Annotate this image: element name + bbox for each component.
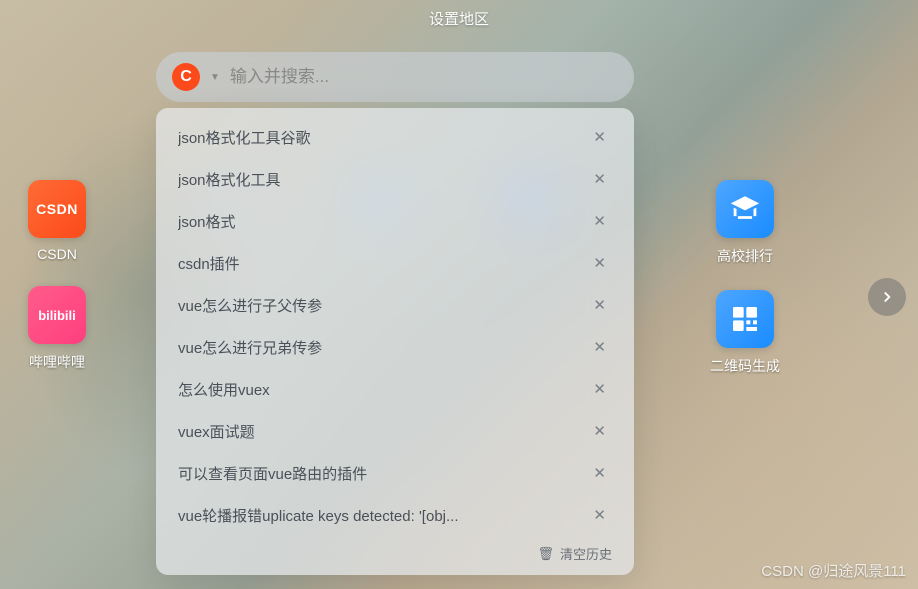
trash-icon: 🗑 [537, 546, 554, 562]
shortcut-qr-gen[interactable]: 二维码生成 [710, 290, 780, 376]
suggestion-text: vue怎么进行兄弟传参 [178, 337, 322, 358]
shortcuts-left-column: CSDN CSDN bilibili 哔哩哔哩 [28, 180, 86, 372]
watermark: CSDN @归途风景111 [761, 560, 906, 581]
close-icon[interactable]: ✕ [587, 504, 612, 526]
suggestion-item[interactable]: vuex面试题 ✕ [156, 410, 634, 452]
shortcut-bilibili[interactable]: bilibili 哔哩哔哩 [28, 286, 86, 372]
search-bar: C ▼ [156, 52, 634, 102]
close-icon[interactable]: ✕ [587, 336, 612, 358]
school-icon [716, 180, 774, 238]
suggestion-item[interactable]: json格式 ✕ [156, 200, 634, 242]
clear-history-label: 清空历史 [560, 544, 612, 563]
clear-history-button[interactable]: 🗑 清空历史 [156, 536, 634, 567]
suggestion-item[interactable]: vue轮播报错uplicate keys detected: '[obj... … [156, 494, 634, 536]
close-icon[interactable]: ✕ [587, 462, 612, 484]
suggestion-text: vue轮播报错uplicate keys detected: '[obj... [178, 505, 459, 526]
suggestion-item[interactable]: 可以查看页面vue路由的插件 ✕ [156, 452, 634, 494]
shortcut-label: 高校排行 [717, 246, 773, 266]
close-icon[interactable]: ✕ [587, 126, 612, 148]
suggestion-text: 怎么使用vuex [178, 379, 270, 400]
suggestion-item[interactable]: csdn插件 ✕ [156, 242, 634, 284]
nav-right-button[interactable] [868, 278, 906, 316]
suggestion-item[interactable]: json格式化工具 ✕ [156, 158, 634, 200]
shortcuts-right-column: 高校排行 二维码生成 [710, 180, 780, 376]
close-icon[interactable]: ✕ [587, 420, 612, 442]
close-icon[interactable]: ✕ [587, 168, 612, 190]
close-icon[interactable]: ✕ [587, 378, 612, 400]
chevron-right-icon [878, 288, 896, 306]
suggestions-panel: json格式化工具谷歌 ✕ json格式化工具 ✕ json格式 ✕ csdn插… [156, 108, 634, 575]
shortcut-label: 哔哩哔哩 [29, 352, 85, 372]
suggestion-text: csdn插件 [178, 253, 240, 274]
close-icon[interactable]: ✕ [587, 252, 612, 274]
suggestion-item[interactable]: 怎么使用vuex ✕ [156, 368, 634, 410]
qr-icon [716, 290, 774, 348]
suggestion-text: vue怎么进行子父传参 [178, 295, 322, 316]
close-icon[interactable]: ✕ [587, 210, 612, 232]
bilibili-icon: bilibili [28, 286, 86, 344]
engine-dropdown-icon[interactable]: ▼ [210, 72, 220, 83]
search-input[interactable] [230, 67, 618, 87]
shortcut-label: 二维码生成 [710, 356, 780, 376]
suggestion-text: json格式化工具 [178, 169, 281, 190]
suggestion-item[interactable]: vue怎么进行兄弟传参 ✕ [156, 326, 634, 368]
shortcut-label: CSDN [37, 246, 77, 262]
suggestion-item[interactable]: vue怎么进行子父传参 ✕ [156, 284, 634, 326]
shortcut-csdn[interactable]: CSDN CSDN [28, 180, 86, 262]
suggestion-text: json格式化工具谷歌 [178, 127, 311, 148]
search-engine-logo[interactable]: C [172, 63, 200, 91]
suggestion-text: 可以查看页面vue路由的插件 [178, 463, 367, 484]
search-container: C ▼ json格式化工具谷歌 ✕ json格式化工具 ✕ json格式 ✕ c… [156, 52, 634, 575]
suggestion-text: json格式 [178, 211, 236, 232]
suggestion-text: vuex面试题 [178, 421, 255, 442]
csdn-icon: CSDN [28, 180, 86, 238]
header-title: 设置地区 [0, 8, 918, 29]
suggestion-item[interactable]: json格式化工具谷歌 ✕ [156, 116, 634, 158]
close-icon[interactable]: ✕ [587, 294, 612, 316]
shortcut-school-rank[interactable]: 高校排行 [710, 180, 780, 266]
